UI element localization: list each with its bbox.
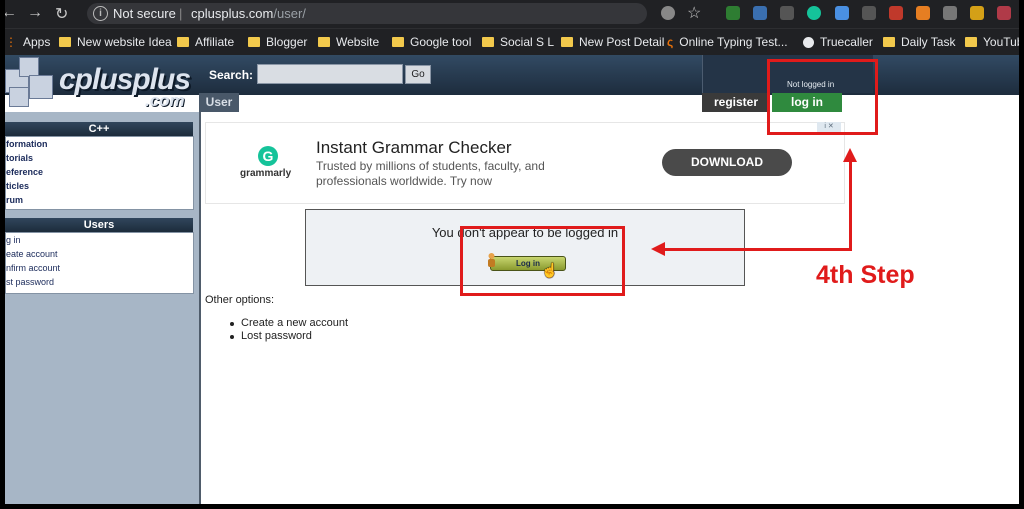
annotation-box-header-login [767,59,878,135]
translate-extension-icon[interactable] [753,6,767,20]
pdf-extension-icon[interactable] [889,6,903,20]
register-button[interactable]: register [702,93,770,112]
bookmark-social-sl[interactable]: Social S L [482,35,554,49]
sidebar-item-forum[interactable]: rum [6,193,193,207]
grammarly-ad[interactable]: G grammarly Instant Grammar Checker Trus… [205,122,845,204]
bookmark-website[interactable]: Website [318,35,379,49]
url-host: cplusplus.com [191,6,274,21]
bookmark-google-tool[interactable]: Google tool [392,35,471,49]
sidebar-item-create-account[interactable]: eate account [6,247,193,261]
grammarly-extension-icon[interactable] [807,6,821,20]
bookmark-star-icon[interactable]: ☆ [687,3,701,23]
ad-title: Instant Grammar Checker [316,138,512,157]
bookmark-online-typing-test[interactable]: ς Online Typing Test... [667,35,788,49]
site-logo[interactable]: cplusplus .com [5,55,195,113]
sidebar-cpp-panel: formation torials eference ticles rum [5,136,194,210]
download-button[interactable]: DOWNLOAD [662,149,792,176]
apps-grid-icon: ⋮ [5,35,17,49]
go-button[interactable]: Go [405,65,431,84]
folder-icon [59,37,71,47]
pen-extension-icon[interactable] [943,6,957,20]
annotation-arrow-up [843,148,857,162]
bookmark-new-website-idea[interactable]: New website Idea [59,35,172,49]
bookmark-new-post-detail[interactable]: New Post Detail [561,35,664,49]
forward-icon[interactable]: → [27,4,43,22]
annotation-arrow-left [651,242,665,256]
search-label: Search: [209,68,254,82]
blue-extension-icon[interactable] [835,6,849,20]
sidebar: C++ formation torials eference ticles ru… [5,112,201,504]
annotation-arrow-shaft-up [849,162,852,250]
bookmark-daily-task[interactable]: Daily Task [883,35,955,49]
folder-icon [883,37,895,47]
bookmark-apps[interactable]: ⋮ Apps [5,35,50,49]
sidebar-item-articles[interactable]: ticles [6,179,193,193]
browser-toolbar: ← → ↻ i Not secure | cplusplus.com/user/… [5,0,1019,28]
sidebar-item-tutorials[interactable]: torials [6,151,193,165]
m-extension-icon[interactable] [780,6,794,20]
annotation-box-login-button [460,226,625,296]
profile-extension-icon[interactable] [997,6,1011,20]
reload-icon[interactable]: ↻ [55,4,68,24]
bookmark-blogger[interactable]: Blogger [248,35,307,49]
search-input[interactable] [257,64,403,84]
url-path: /user/ [273,6,306,21]
options-list: Create a new account Lost password [227,317,348,343]
folder-icon [392,37,404,47]
logo-cube [9,87,29,107]
url-text: cplusplus.com/user/ [191,3,306,24]
notes-extension-icon[interactable] [862,6,876,20]
sidebar-item-lost-password[interactable]: st password [6,275,193,289]
sidebar-item-information[interactable]: formation [6,137,193,151]
logo-cube [29,75,53,99]
sidebar-divider [199,112,201,504]
bookmark-truecaller[interactable]: Truecaller [803,35,873,49]
folder-icon [561,37,573,47]
bookmarks-bar: ⋮ Apps New website Idea Affiliate Blogger… [5,28,1019,56]
wordpress-extension-icon[interactable] [916,6,930,20]
truecaller-icon [803,36,814,48]
sidebar-users-panel: g in eate account nfirm account st passw… [5,232,194,294]
folder-icon [177,37,189,47]
logo-suffix: .com [145,91,185,110]
lost-password-link[interactable]: Lost password [227,330,348,343]
tab-user[interactable]: User [199,93,239,112]
annotation-arrow-shaft-left [665,248,852,251]
sidebar-heading-cpp: C++ [5,122,193,136]
star-extension-icon[interactable] [970,6,984,20]
folder-icon [482,37,494,47]
ad-description: Trusted by millions of students, faculty… [316,159,545,188]
bookmark-affiliate[interactable]: Affiliate [177,35,234,49]
logo-cube [19,57,39,77]
folder-icon [965,37,977,47]
address-bar[interactable]: i Not secure | cplusplus.com/user/ [87,3,647,24]
grammarly-logo-icon: G [258,146,278,166]
sidebar-item-confirm-account[interactable]: nfirm account [6,261,193,275]
sidebar-item-login[interactable]: g in [6,233,193,247]
security-label: Not secure [113,6,176,21]
screenshot-frame: ← → ↻ i Not secure | cplusplus.com/user/… [5,0,1019,504]
url-separator: | [179,6,183,21]
folder-icon [318,37,330,47]
incognito-extension-icon[interactable] [661,6,675,20]
chart-extension-icon[interactable] [726,6,740,20]
back-icon[interactable]: ← [5,4,17,22]
create-account-link[interactable]: Create a new account [227,317,348,330]
folder-icon [248,37,260,47]
ad-brand: grammarly [240,168,292,179]
sidebar-item-reference[interactable]: eference [6,165,193,179]
info-icon[interactable]: i [93,6,108,21]
bookmark-youtube[interactable]: YouTube [965,35,1019,49]
sidebar-heading-users: Users [5,218,193,232]
other-options-label: Other options: [205,294,275,306]
site-icon: ς [667,35,674,49]
step-label: 4th Step [816,261,915,289]
